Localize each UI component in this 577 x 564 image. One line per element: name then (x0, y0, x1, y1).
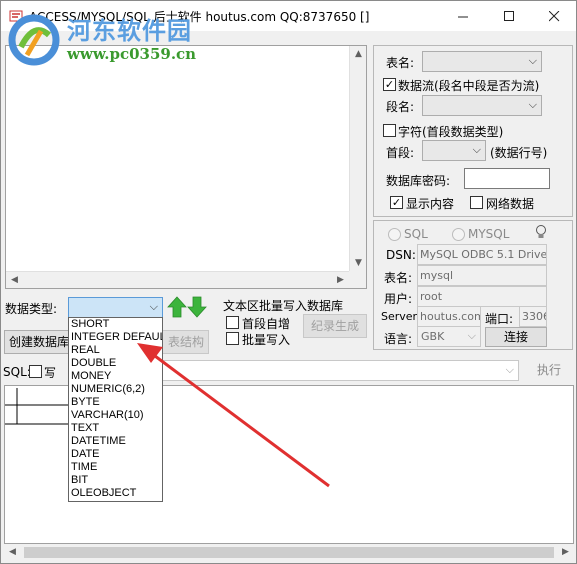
server-input[interactable]: houtus.com (417, 306, 481, 327)
user-label: 用户: (384, 292, 413, 306)
mysql-radio[interactable] (452, 228, 465, 241)
data-stream-label: 数据流(段名中段是否为流) (398, 79, 540, 93)
chevron-down-icon: ⌵ (528, 98, 537, 111)
app-window: ACCESS/MYSQL/SQL 后士软件 houtus.com QQ:8737… (0, 0, 577, 564)
scroll-up-icon[interactable]: ▲ (350, 46, 367, 63)
connect-button[interactable]: 连接 (485, 327, 547, 347)
minimize-button[interactable] (440, 1, 486, 31)
minimize-icon (457, 16, 468, 17)
watermark-logo-icon (8, 14, 60, 66)
watermark-site-name: 河东软件园 (67, 17, 192, 45)
first-auto-inc-label: 首段自增 (242, 317, 291, 331)
string-checkbox[interactable] (383, 124, 396, 137)
sql-radio-label: SQL (404, 227, 428, 241)
text-area[interactable]: ▲ ▼ ◀ ▶ (5, 45, 367, 289)
data-type-label: 数据类型: (5, 302, 58, 316)
chevron-down-icon: ⌵ (467, 329, 476, 342)
field-name-combo[interactable]: ⌵ (422, 95, 542, 116)
data-stream-checkbox[interactable]: ✓ (383, 78, 396, 91)
table-name-label: 表名: (386, 56, 415, 70)
chevron-down-icon: ⌵ (149, 300, 158, 313)
scroll-down-icon[interactable]: ▼ (350, 255, 367, 272)
first-auto-inc-checkbox[interactable] (226, 316, 239, 329)
close-button[interactable] (531, 1, 576, 31)
scroll-left-icon[interactable]: ◀ (6, 272, 23, 289)
dsn-input[interactable]: MySQL ODBC 5.1 Driver (417, 244, 547, 265)
dropdown-option[interactable]: SHORT (69, 318, 162, 331)
chevron-down-icon: ⌵ (472, 143, 481, 156)
user-input[interactable]: root (417, 286, 547, 307)
table-name-combo[interactable]: ⌵ (422, 51, 542, 72)
show-content-checkbox[interactable]: ✓ (390, 196, 403, 209)
sql-radio[interactable] (388, 228, 401, 241)
db-password-label: 数据库密码: (386, 174, 451, 188)
annotation-arrow-icon (137, 343, 330, 488)
write-label: 写 (44, 366, 57, 380)
data-type-combo[interactable]: ⌵ (68, 297, 163, 318)
port-label: 端口: (485, 312, 514, 326)
lang-value: GBK (421, 330, 445, 343)
server-label: Server: (381, 310, 421, 323)
string-label: 字符(首段数据类型) (398, 125, 504, 139)
create-db-button[interactable]: 创建数据库 (4, 330, 76, 354)
scroll-corner (349, 271, 366, 288)
move-arrows-icon[interactable] (167, 296, 207, 318)
first-field-label: 首段: (386, 146, 415, 160)
scroll-right-icon[interactable]: ▶ (557, 544, 574, 561)
lang-combo[interactable]: GBK ⌵ (417, 326, 481, 347)
lang-label: 语言: (384, 332, 413, 346)
scroll-thumb[interactable] (24, 547, 554, 558)
scroll-right-icon[interactable]: ▶ (332, 272, 349, 289)
options-panel: 表名: ⌵ ✓ 数据流(段名中段是否为流) 段名: ⌵ 字符(首段数据类型) 首… (373, 45, 573, 217)
maximize-button[interactable] (486, 1, 532, 31)
execute-button[interactable]: 执行 (525, 359, 573, 381)
show-content-label: 显示内容 (406, 197, 455, 211)
grid-hscrollbar[interactable]: ◀ ▶ (4, 544, 574, 561)
network-data-label: 网络数据 (486, 197, 535, 211)
text-area-hscrollbar[interactable]: ◀ ▶ (6, 271, 349, 288)
data-row-label: (数据行号) (490, 146, 548, 160)
chevron-down-icon: ⌵ (505, 363, 514, 376)
db-panel: SQL MYSQL DSN: MySQL ODBC 5.1 Driver 表名:… (373, 220, 573, 350)
sql-label: SQL: (3, 365, 31, 379)
db-table-label: 表名: (384, 271, 413, 285)
text-area-vscrollbar[interactable]: ▲ ▼ (349, 46, 366, 272)
watermark-url: www.pc0359.cn (67, 45, 197, 63)
dsn-label: DSN: (386, 248, 416, 262)
first-field-combo[interactable]: ⌵ (422, 140, 486, 161)
batch-write-group-label: 文本区批量写入数据库 (223, 299, 344, 313)
scroll-left-icon[interactable]: ◀ (4, 544, 21, 561)
mysql-radio-label: MYSQL (468, 227, 510, 241)
port-input[interactable]: 3306 (519, 306, 547, 327)
lightbulb-icon (536, 225, 546, 238)
write-checkbox[interactable] (29, 365, 42, 378)
db-table-input[interactable]: mysql (417, 265, 547, 286)
close-icon (548, 10, 559, 21)
db-password-input[interactable] (464, 168, 550, 189)
chevron-down-icon: ⌵ (528, 54, 537, 67)
field-name-label: 段名: (386, 100, 415, 114)
network-data-checkbox[interactable] (470, 196, 483, 209)
maximize-icon (503, 10, 514, 21)
